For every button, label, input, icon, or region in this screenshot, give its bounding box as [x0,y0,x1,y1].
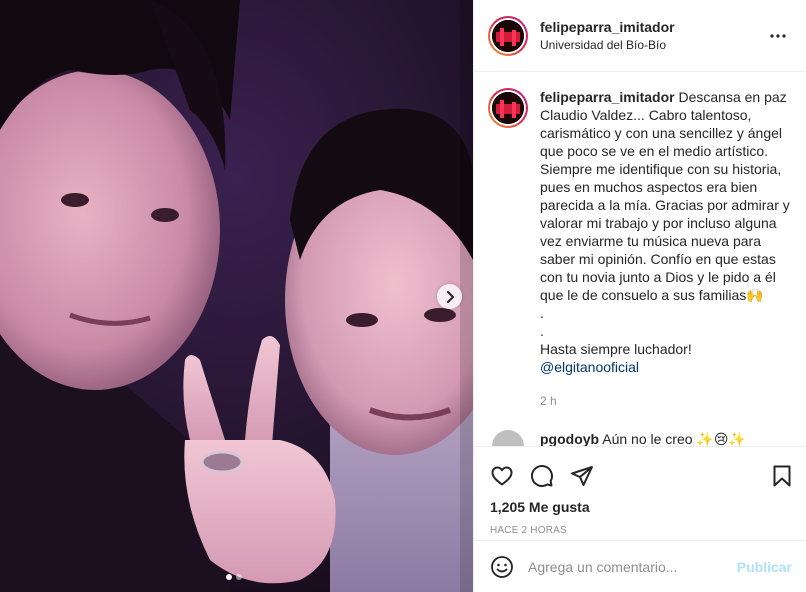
post-media[interactable] [0,0,473,592]
avatar-image [492,92,524,124]
carousel-next-button[interactable] [437,284,462,309]
comment-body: pgodoyb Aún no le creo ✨😢✨ [540,430,746,446]
avatar-border [490,17,526,54]
likes-count[interactable]: 1,205 Me gusta [474,495,806,517]
avatar-border [490,90,526,126]
more-horizontal-icon [770,33,786,38]
carousel-dot [236,574,242,580]
smiley-icon [491,555,513,578]
caption-mention-link[interactable]: @elgitanooficial [540,359,639,375]
caption-text: Descansa en paz Claudio Valdez... Cabro … [540,89,790,357]
avatar-photo [492,92,524,124]
post-header: felipeparra_imitador Universidad del Bío… [474,0,806,72]
comment-icon [531,465,553,488]
comment-username[interactable]: pgodoyb [540,431,599,446]
caption-username[interactable]: felipeparra_imitador [540,89,675,105]
comments-list[interactable]: felipeparra_imitador Descansa en paz Cla… [474,72,806,446]
share-button[interactable] [570,464,594,488]
avatar-photo [492,19,524,52]
like-button[interactable] [490,464,514,488]
heart-icon [491,466,513,486]
avatar[interactable] [488,15,528,56]
comment-button[interactable] [530,464,554,488]
post-photo [0,0,473,592]
carousel-indicator [226,574,242,580]
avatar-image [492,19,524,52]
carousel-dot-active [226,574,232,580]
comment-text: Aún no le creo ✨😢✨ [602,431,746,446]
save-button[interactable] [770,464,794,488]
instagram-post: felipeparra_imitador Universidad del Bío… [0,0,806,592]
chevron-right-icon [446,290,454,303]
emoji-button[interactable] [490,555,514,579]
post-caption: felipeparra_imitador Descansa en paz Cla… [488,88,794,410]
header-text: felipeparra_imitador Universidad del Bío… [540,18,766,54]
comment-input[interactable] [528,558,737,575]
header-username[interactable]: felipeparra_imitador [540,18,766,36]
more-options-button[interactable] [766,24,790,48]
post-comment-button[interactable]: Publicar [737,559,792,575]
caption-avatar[interactable] [488,88,528,128]
comment-avatar[interactable] [492,430,524,446]
caption-time[interactable]: 2 h [540,392,794,410]
paper-plane-icon [571,466,593,486]
post-side-panel: felipeparra_imitador Universidad del Bío… [473,0,806,592]
add-comment-form: Publicar [474,540,806,592]
header-location[interactable]: Universidad del Bío-Bío [540,36,766,54]
bookmark-icon [773,465,791,487]
caption-body: felipeparra_imitador Descansa en paz Cla… [540,88,794,410]
post-actions-area: 1,205 Me gusta HACE 2 HORAS Publicar [474,446,806,592]
action-bar [474,447,806,495]
comment-item: pgodoyb Aún no le creo ✨😢✨ [488,430,794,446]
